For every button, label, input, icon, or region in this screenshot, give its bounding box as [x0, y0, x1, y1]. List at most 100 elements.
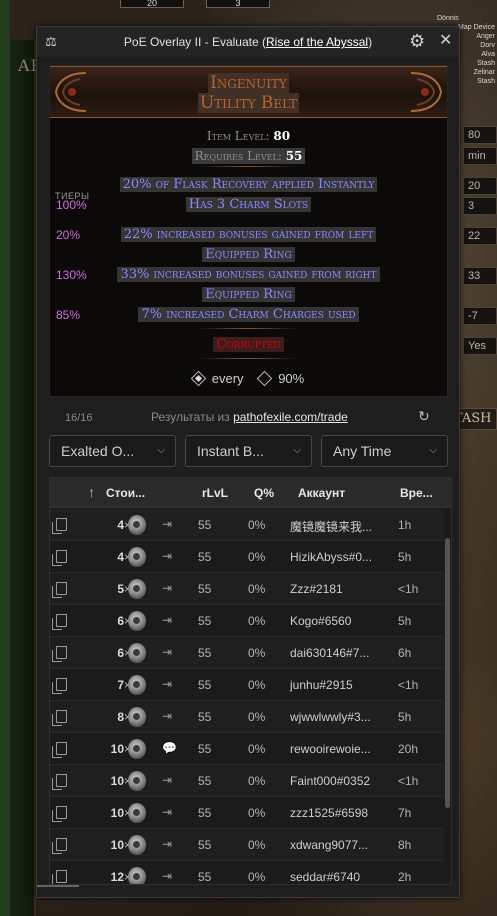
table-row[interactable]: 10×⇥550%zzz1525#65987h — [50, 797, 444, 829]
instant-buyout-icon[interactable]: ⇥ — [162, 549, 172, 563]
column-account[interactable]: Аккаунт — [298, 486, 345, 500]
refresh-icon[interactable]: ↻ — [418, 408, 430, 425]
rlvl-value: 55 — [198, 742, 212, 756]
account-name[interactable]: rewooirewoie... — [290, 742, 371, 756]
copy-icon[interactable] — [52, 678, 67, 694]
item-level-line: Item Level: 80 — [206, 129, 291, 143]
rlvl-value: 55 — [198, 550, 212, 564]
table-row[interactable]: 4×⇥550%HizikAbyss#0...5h — [50, 541, 444, 573]
explicit-mod-cont[interactable]: Equipped Ring — [50, 287, 447, 303]
item-name: Ingenuity — [208, 73, 289, 93]
account-name[interactable]: Faint000#0352 — [290, 774, 370, 788]
account-name[interactable]: Kogo#6560 — [290, 614, 351, 628]
copy-icon[interactable] — [52, 646, 67, 662]
copy-icon[interactable] — [52, 870, 67, 884]
copy-icon[interactable] — [52, 838, 67, 854]
instant-buyout-icon[interactable]: ⇥ — [162, 645, 172, 659]
implicit-mod[interactable]: 20% of Flask Recovery applied Instantly — [50, 177, 447, 193]
explicit-mod-cont[interactable]: Equipped Ring — [50, 247, 447, 263]
bg-field[interactable]: 33 — [463, 267, 497, 285]
account-name[interactable]: 魔镜魔镜来我... — [290, 518, 372, 535]
explicit-mod[interactable]: 22% increased bonuses gained from left — [50, 227, 447, 243]
price-amount: 10 — [110, 806, 124, 820]
column-quality[interactable]: Q% — [254, 486, 274, 500]
column-price[interactable]: Стои... — [106, 486, 145, 500]
copy-icon[interactable] — [52, 774, 67, 790]
titlebar[interactable]: ⚖ PoE Overlay II - Evaluate (Rise of the… — [37, 27, 459, 57]
copy-icon[interactable] — [52, 710, 67, 726]
account-name[interactable]: wjwwlwwly#3... — [290, 710, 371, 724]
copy-icon[interactable] — [52, 550, 67, 566]
bg-field[interactable]: 80 — [463, 126, 497, 144]
exalted-orb-icon — [128, 707, 146, 727]
explicit-mod[interactable]: Has 3 Charm Slots — [50, 197, 447, 213]
instant-buyout-icon[interactable]: ⇥ — [162, 709, 172, 723]
instant-buyout-icon[interactable]: ⇥ — [162, 805, 172, 819]
table-row[interactable]: 10×⇥550%Faint000#0352<1h — [50, 765, 444, 797]
item-base-type: Utility Belt — [197, 93, 300, 113]
table-row[interactable]: 12×⇥550%seddar#67402h — [50, 861, 444, 884]
currency-filter-select[interactable]: Exalted O... ⌵ — [49, 435, 176, 467]
bg-field[interactable]: min — [463, 147, 497, 165]
instant-buyout-icon[interactable]: ⇥ — [162, 613, 172, 627]
bg-field[interactable]: -7 — [463, 307, 497, 325]
column-listed[interactable]: Вре... — [400, 486, 433, 500]
column-rlvl[interactable]: rLvL — [202, 486, 228, 500]
copy-icon[interactable] — [52, 518, 67, 534]
explicit-mod[interactable]: 33% increased bonuses gained from right — [50, 267, 447, 283]
league-link[interactable]: Rise of the Abyssal — [266, 35, 368, 49]
trade-site-link[interactable]: pathofexile.com/trade — [233, 410, 348, 424]
separator — [198, 358, 298, 359]
quality-value: 0% — [248, 742, 266, 756]
radio-unselected-icon — [256, 370, 273, 387]
instant-buyout-icon[interactable]: ⇥ — [162, 677, 172, 691]
account-name[interactable]: seddar#6740 — [290, 870, 360, 884]
table-row[interactable]: 6×⇥550%Kogo#65605h — [50, 605, 444, 637]
table-row[interactable]: 10×💬550%rewooirewoie...20h — [50, 733, 444, 765]
table-row[interactable]: 5×⇥550%Zzz#2181<1h — [50, 573, 444, 605]
time-filter-select[interactable]: Any Time ⌵ — [321, 435, 448, 467]
corrupted-label: Corrupted — [50, 337, 447, 353]
bg-field[interactable]: Yes — [463, 337, 497, 355]
table-row[interactable]: 7×⇥550%junhu#2915<1h — [50, 669, 444, 701]
instant-buyout-icon[interactable]: ⇥ — [162, 837, 172, 851]
buyout-filter-select[interactable]: Instant B... ⌵ — [185, 435, 312, 467]
gear-icon[interactable]: ⚙ — [409, 32, 425, 50]
price-amount: 4 — [117, 550, 124, 564]
instant-buyout-icon[interactable]: ⇥ — [162, 581, 172, 595]
instant-buyout-icon[interactable]: ⇥ — [162, 773, 172, 787]
item-header: Ingenuity Utility Belt — [50, 66, 447, 118]
copy-icon[interactable] — [52, 806, 67, 822]
quality-value: 0% — [248, 614, 266, 628]
copy-icon[interactable] — [52, 614, 67, 630]
bg-field[interactable]: 20 — [463, 177, 497, 195]
bg-field[interactable]: 22 — [463, 227, 497, 245]
close-icon[interactable]: ✕ — [439, 33, 452, 49]
account-name[interactable]: junhu#2915 — [290, 678, 353, 692]
whisper-icon[interactable]: 💬 — [162, 741, 177, 755]
quality-value: 0% — [248, 678, 266, 692]
sort-ascending-icon[interactable]: ↑ — [88, 484, 95, 500]
scrollbar[interactable] — [445, 538, 450, 808]
account-name[interactable]: HizikAbyss#0... — [290, 550, 372, 564]
bg-field[interactable]: 3 — [463, 197, 497, 215]
quality-value: 0% — [248, 646, 266, 660]
quality-value: 0% — [248, 582, 266, 596]
listed-time: <1h — [398, 582, 419, 596]
instant-buyout-icon[interactable]: ⇥ — [162, 517, 172, 531]
table-row[interactable]: 10×⇥550%xdwang9077...8h — [50, 829, 444, 861]
option-every[interactable]: every — [190, 370, 244, 387]
table-row[interactable]: 8×⇥550%wjwwlwwly#3...5h — [50, 701, 444, 733]
option-percent[interactable]: 90% — [256, 370, 304, 387]
copy-icon[interactable] — [52, 582, 67, 598]
listed-time: <1h — [398, 774, 419, 788]
explicit-mod[interactable]: 7% increased Charm Charges used — [50, 307, 447, 323]
table-row[interactable]: 4×⇥550%魔镜魔镜来我...1h — [50, 509, 444, 541]
instant-buyout-icon[interactable]: ⇥ — [162, 869, 172, 883]
account-name[interactable]: dai630146#7... — [290, 646, 369, 660]
copy-icon[interactable] — [52, 742, 67, 758]
account-name[interactable]: Zzz#2181 — [290, 582, 343, 596]
account-name[interactable]: xdwang9077... — [290, 838, 368, 852]
table-row[interactable]: 6×⇥550%dai630146#7...6h — [50, 637, 444, 669]
account-name[interactable]: zzz1525#6598 — [290, 806, 368, 820]
